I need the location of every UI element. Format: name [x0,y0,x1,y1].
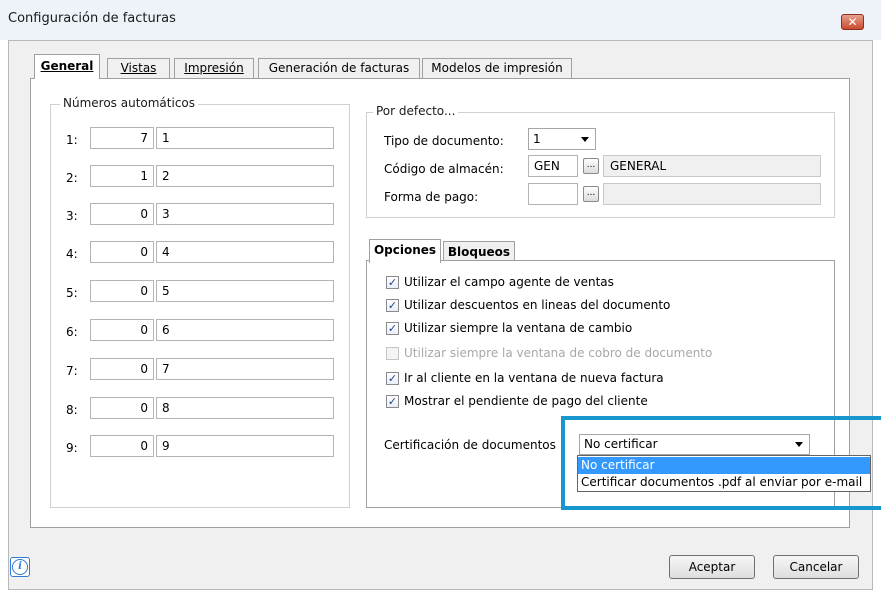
row-count-field[interactable]: 0 [90,241,154,263]
numeros-automaticos-title: Números automáticos [60,96,199,110]
row-value-field[interactable]: 6 [156,319,334,341]
checkbox-label: Ir al cliente en la ventana de nueva fac… [404,371,664,385]
row-label: 4: [66,247,78,261]
row-value-field[interactable]: 3 [156,203,334,225]
codigo-almacen-label: Código de almacén: [384,162,504,176]
chevron-down-icon [581,137,589,142]
tipo-documento-select[interactable]: 1 [528,128,596,150]
forma-pago-name-field [603,183,821,205]
tipo-documento-label: Tipo de documento: [384,134,504,148]
almacen-name-field: GENERAL [603,155,821,177]
row-value-field[interactable]: 1 [156,127,334,149]
row-value-field[interactable]: 4 [156,241,334,263]
forma-pago-label: Forma de pago: [384,190,479,204]
checkbox-label: Utilizar siempre la ventana de cambio [404,321,633,335]
highlight-frame [561,416,881,510]
cancelar-button[interactable]: Cancelar [773,555,859,579]
row-count-field[interactable]: 7 [90,127,154,149]
row-label: 5: [66,286,78,300]
check-icon: ✓ [387,299,398,312]
row-value-field[interactable]: 5 [156,280,334,302]
almacen-code-field[interactable]: GEN [528,155,578,177]
forma-pago-browse-button[interactable]: ... [583,186,599,202]
aceptar-button[interactable]: Aceptar [669,555,755,579]
check-icon: ✓ [387,276,398,289]
row-count-field[interactable]: 1 [90,165,154,187]
por-defecto-title: Por defecto... [373,104,459,118]
forma-pago-code-field[interactable] [528,183,578,205]
checkbox-descuentos-lineas[interactable]: ✓ [386,299,399,312]
row-count-field[interactable]: 0 [90,397,154,419]
checkbox-pendiente-pago[interactable]: ✓ [386,395,399,408]
tab-opciones[interactable]: Opciones [369,239,441,263]
row-label: 3: [66,209,78,223]
almacen-browse-button[interactable]: ... [583,158,599,174]
tipo-documento-value: 1 [533,132,541,146]
row-count-field[interactable]: 0 [90,319,154,341]
checkbox-label: Mostrar el pendiente de pago del cliente [404,394,648,408]
row-value-field[interactable]: 8 [156,397,334,419]
checkbox-ir-cliente[interactable]: ✓ [386,372,399,385]
tab-vistas[interactable]: Vistas [107,58,170,79]
checkbox-label: Utilizar descuentos en lineas del docume… [404,298,671,312]
row-label: 9: [66,441,78,455]
info-icon: i [12,559,28,575]
row-count-field[interactable]: 0 [90,203,154,225]
row-value-field[interactable]: 7 [156,358,334,380]
tab-modelos-impresion[interactable]: Modelos de impresión [422,58,572,79]
tab-impresion[interactable]: Impresión [174,58,254,79]
checkbox-ventana-cobro [386,347,399,360]
row-label: 7: [66,364,78,378]
tab-generacion-facturas[interactable]: Generación de facturas [258,58,420,79]
close-button[interactable]: ✕ [841,14,864,30]
row-count-field[interactable]: 0 [90,435,154,457]
checkbox-label: Utilizar el campo agente de ventas [404,275,614,289]
row-label: 1: [66,133,78,147]
row-count-field[interactable]: 0 [90,280,154,302]
row-value-field[interactable]: 9 [156,435,334,457]
checkbox-agente-ventas[interactable]: ✓ [386,276,399,289]
check-icon: ✓ [387,372,398,385]
check-icon: ✓ [387,395,398,408]
row-label: 2: [66,171,78,185]
row-label: 6: [66,325,78,339]
row-count-field[interactable]: 0 [90,358,154,380]
checkbox-ventana-cambio[interactable]: ✓ [386,322,399,335]
check-icon: ✓ [387,322,398,335]
row-value-field[interactable]: 2 [156,165,334,187]
tab-general[interactable]: General [34,54,100,79]
certificacion-label: Certificación de documentos [384,438,556,452]
window-title: Configuración de facturas [8,11,176,26]
close-icon: ✕ [847,15,858,29]
row-label: 8: [66,403,78,417]
info-button[interactable]: i [10,557,30,577]
checkbox-label: Utilizar siempre la ventana de cobro de … [404,346,713,360]
